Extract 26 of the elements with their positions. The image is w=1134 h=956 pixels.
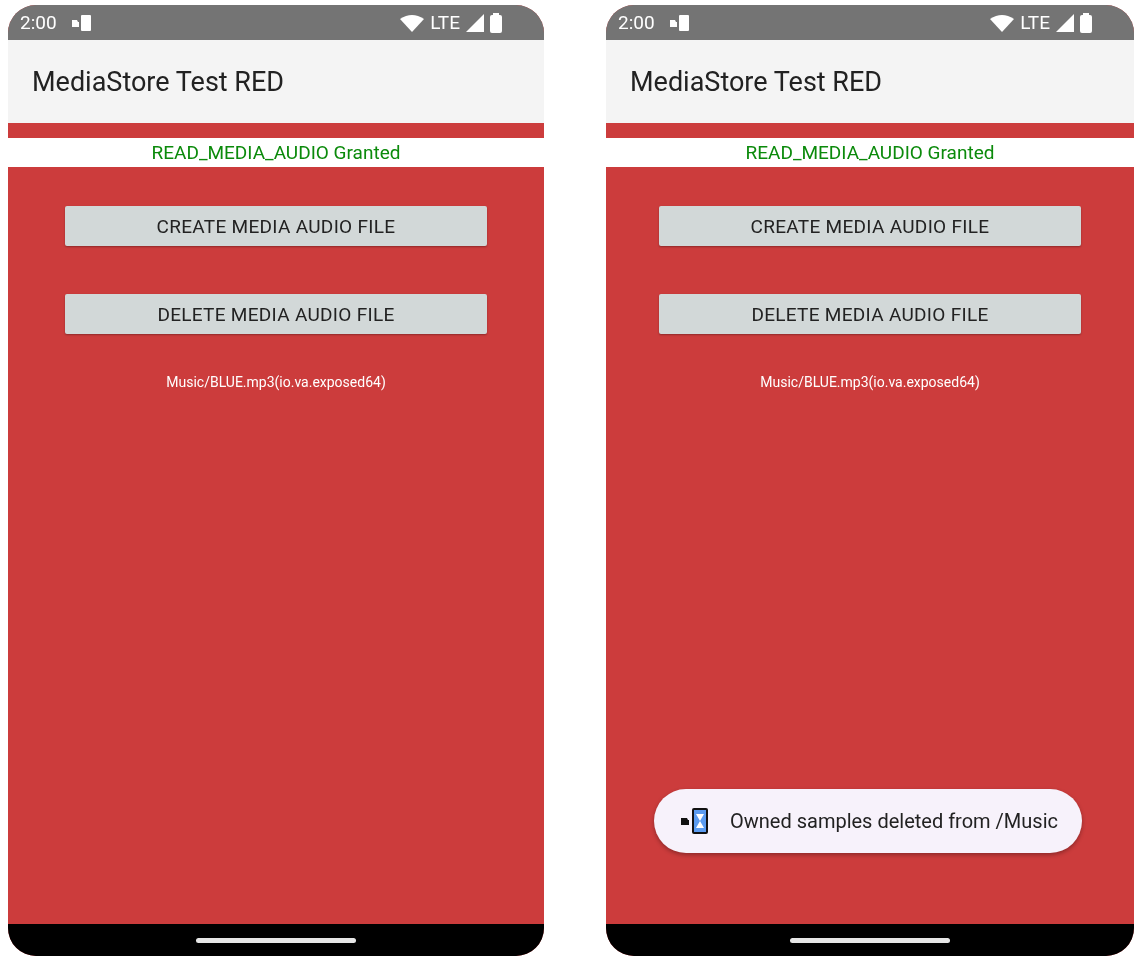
- permission-status: READ_MEDIA_AUDIO Granted: [745, 141, 995, 164]
- network-label: LTE: [1020, 11, 1050, 34]
- app-title: MediaStore Test RED: [630, 65, 883, 98]
- action-button[interactable]: DELETE MEDIA AUDIO FILE: [659, 294, 1081, 334]
- battery-icon: [1080, 12, 1092, 33]
- signal-icon: [1056, 13, 1074, 32]
- file-path: Music/BLUE.mp3(io.va.exposed64): [760, 374, 980, 390]
- battery-icon: [490, 12, 502, 33]
- wifi-icon: [990, 13, 1015, 32]
- action-button[interactable]: DELETE MEDIA AUDIO FILE: [65, 294, 487, 334]
- transfer-icon: [668, 13, 691, 32]
- signal-icon: [466, 13, 484, 32]
- action-button[interactable]: CREATE MEDIA AUDIO FILE: [659, 206, 1081, 246]
- permission-status: READ_MEDIA_AUDIO Granted: [151, 141, 401, 164]
- clock-time: 2:00: [20, 11, 57, 34]
- home-indicator[interactable]: [790, 937, 950, 943]
- home-indicator[interactable]: [196, 937, 356, 943]
- file-path: Music/BLUE.mp3(io.va.exposed64): [166, 374, 386, 390]
- toast-message: Owned samples deleted from /Music: [730, 809, 1058, 833]
- action-button[interactable]: CREATE MEDIA AUDIO FILE: [65, 206, 487, 246]
- network-label: LTE: [430, 11, 460, 34]
- clock-time: 2:00: [618, 11, 655, 34]
- app-icon: [680, 807, 710, 835]
- transfer-icon: [70, 13, 93, 32]
- wifi-icon: [400, 13, 425, 32]
- app-title: MediaStore Test RED: [32, 65, 285, 98]
